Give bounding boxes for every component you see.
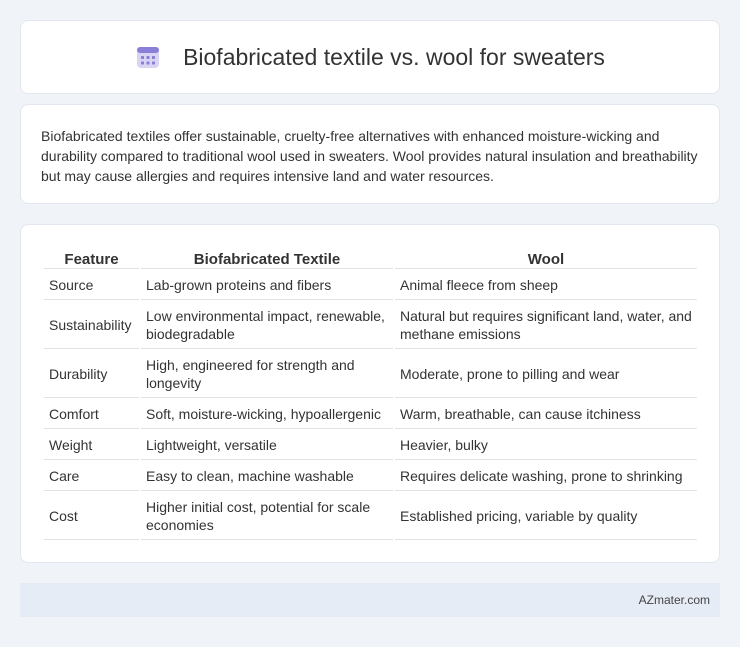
table-row: Care Easy to clean, machine washable Req… — [44, 462, 697, 491]
table-header-row: Feature Biofabricated Textile Wool — [44, 247, 697, 269]
biofabricated-cell: Lab-grown proteins and fibers — [141, 271, 393, 300]
biofabricated-cell: High, engineered for strength and longev… — [141, 351, 393, 398]
feature-cell: Care — [44, 462, 139, 491]
footer: AZmater.com — [20, 583, 720, 617]
wool-cell: Requires delicate washing, prone to shri… — [395, 462, 697, 491]
footer-site-name: AZmater.com — [638, 593, 710, 607]
header-wool: Wool — [395, 247, 697, 269]
calendar-icon — [135, 44, 161, 70]
wool-cell: Moderate, prone to pilling and wear — [395, 351, 697, 398]
feature-cell: Weight — [44, 431, 139, 460]
table-row: Cost Higher initial cost, potential for … — [44, 493, 697, 540]
wool-cell: Warm, breathable, can cause itchiness — [395, 400, 697, 429]
feature-cell: Cost — [44, 493, 139, 540]
wool-cell: Natural but requires significant land, w… — [395, 302, 697, 349]
feature-cell: Durability — [44, 351, 139, 398]
summary-text: Biofabricated textiles offer sustainable… — [41, 128, 698, 184]
table-row: Weight Lightweight, versatile Heavier, b… — [44, 431, 697, 460]
feature-cell: Comfort — [44, 400, 139, 429]
header-biofabricated: Biofabricated Textile — [141, 247, 393, 269]
feature-cell: Source — [44, 271, 139, 300]
header-feature: Feature — [44, 247, 139, 269]
table-row: Comfort Soft, moisture-wicking, hypoalle… — [44, 400, 697, 429]
wool-cell: Established pricing, variable by quality — [395, 493, 697, 540]
biofabricated-cell: Low environmental impact, renewable, bio… — [141, 302, 393, 349]
comparison-table-card: Feature Biofabricated Textile Wool Sourc… — [20, 224, 720, 563]
summary-card: Biofabricated textiles offer sustainable… — [20, 104, 720, 204]
comparison-table: Feature Biofabricated Textile Wool Sourc… — [42, 245, 699, 542]
table-row: Sustainability Low environmental impact,… — [44, 302, 697, 349]
feature-cell: Sustainability — [44, 302, 139, 349]
wool-cell: Heavier, bulky — [395, 431, 697, 460]
table-row: Durability High, engineered for strength… — [44, 351, 697, 398]
biofabricated-cell: Lightweight, versatile — [141, 431, 393, 460]
title-card: Biofabricated textile vs. wool for sweat… — [20, 20, 720, 94]
biofabricated-cell: Higher initial cost, potential for scale… — [141, 493, 393, 540]
biofabricated-cell: Soft, moisture-wicking, hypoallergenic — [141, 400, 393, 429]
biofabricated-cell: Easy to clean, machine washable — [141, 462, 393, 491]
table-row: Source Lab-grown proteins and fibers Ani… — [44, 271, 697, 300]
wool-cell: Animal fleece from sheep — [395, 271, 697, 300]
page-title: Biofabricated textile vs. wool for sweat… — [183, 43, 605, 70]
